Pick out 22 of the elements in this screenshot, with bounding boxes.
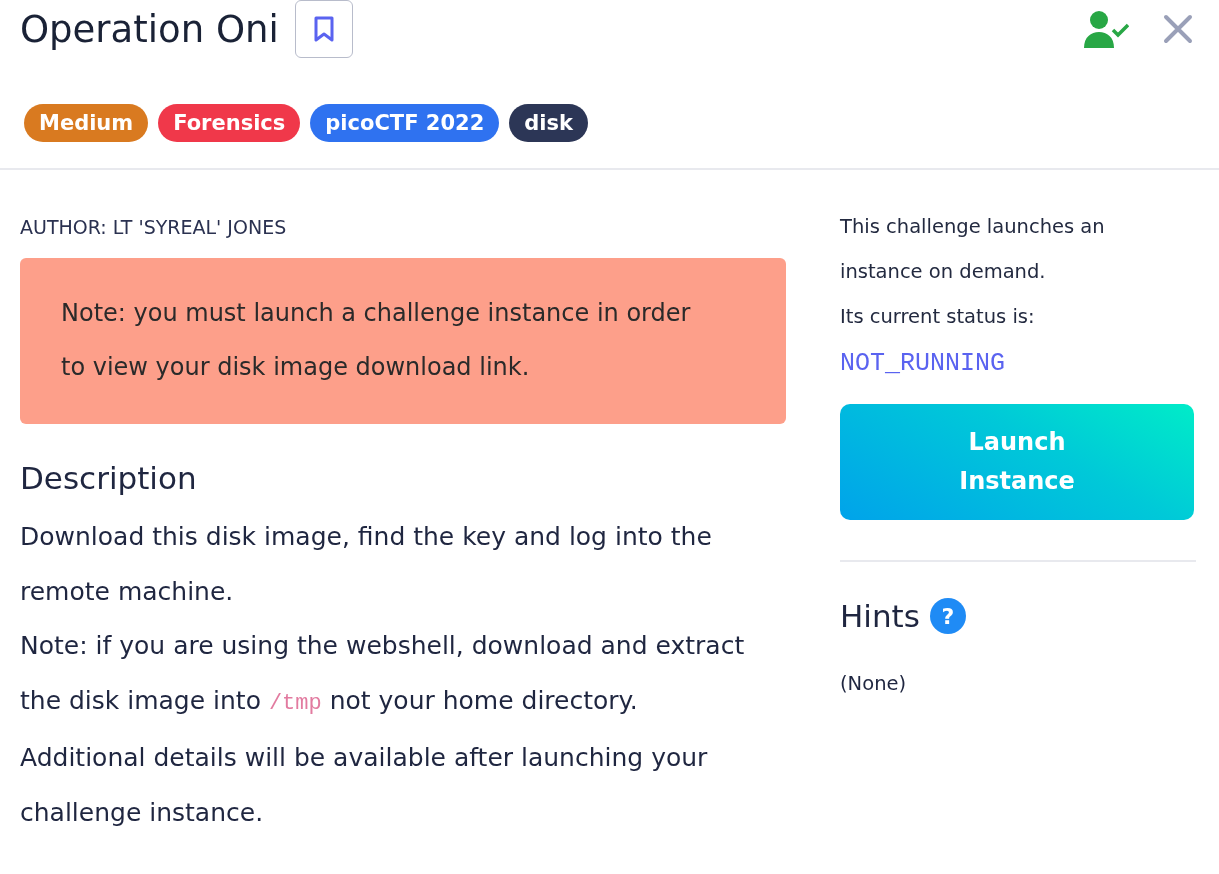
- description-text: Note: if you are using the webshell, download and extract the disk image into /tmp not your home directory.: [20, 630, 746, 718]
- tag-badge: Medium: [24, 104, 149, 142]
- hints-heading: Hints: [840, 598, 920, 634]
- help-icon[interactable]: ?: [929, 598, 966, 634]
- challenge-title: Operation Oni: [20, 7, 279, 51]
- bookmark-icon: [312, 15, 335, 43]
- status-value: NOT_RUNNING: [840, 349, 1007, 378]
- user-check-icon[interactable]: [1083, 10, 1129, 48]
- launch-instance-button[interactable]: Launch Instance: [840, 404, 1194, 520]
- note-alert: Note: you must launch a challenge instance in order to view your disk image download link.: [20, 258, 786, 424]
- tag-badge: picoCTF 2022: [310, 104, 500, 142]
- bookmark-button[interactable]: [294, 0, 353, 58]
- description-heading: Description: [20, 460, 198, 496]
- hints-text: (None): [840, 672, 908, 695]
- tag-badge: Forensics: [158, 104, 301, 142]
- instance-info-text: Its current status is:: [840, 304, 1036, 330]
- instance-info-text: This challenge launches an instance on demand.: [840, 214, 1106, 285]
- description-text: Additional details will be available after launching your challenge instance.: [20, 742, 709, 829]
- description-text: Download this disk image, find the key and log into the remote machine.: [20, 521, 713, 608]
- tag-badge: disk: [509, 104, 588, 142]
- close-icon[interactable]: [1163, 14, 1193, 44]
- author-label: AUTHOR: LT 'SYREAL' JONES: [20, 216, 288, 238]
